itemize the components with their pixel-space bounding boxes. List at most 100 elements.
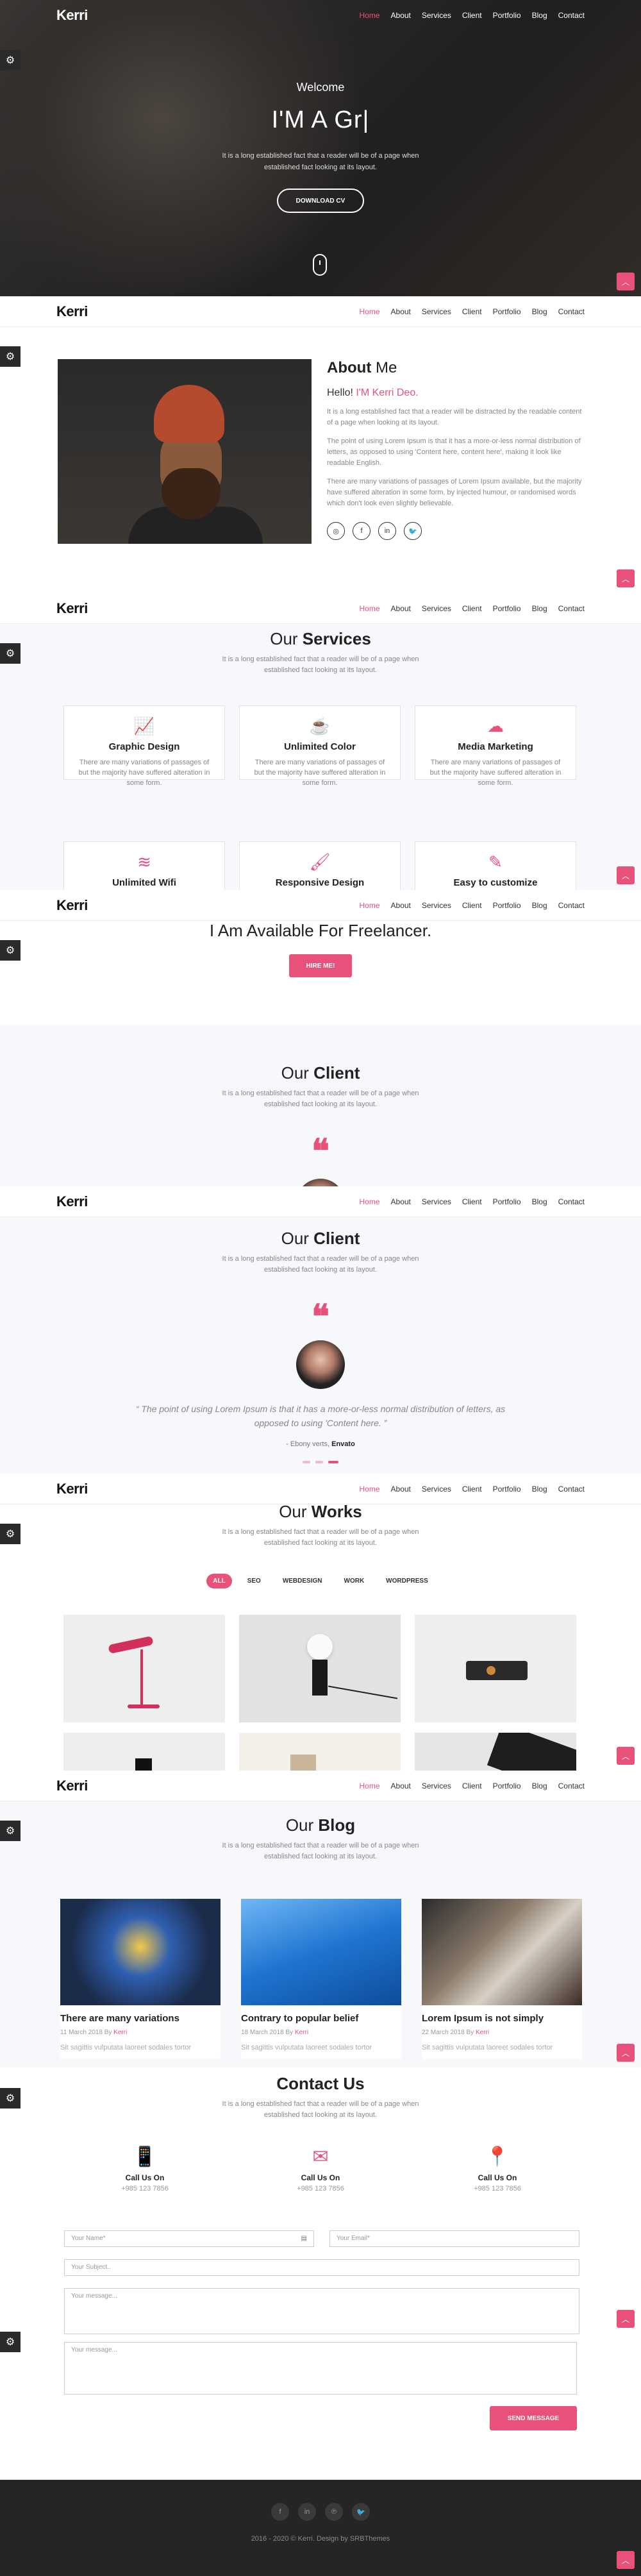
facebook-icon[interactable]: f — [353, 522, 370, 540]
filter-all[interactable]: ALL — [206, 1574, 232, 1588]
linkedin-icon[interactable]: in — [378, 522, 396, 540]
nav-blog[interactable]: Blog — [532, 11, 547, 20]
back-to-top-button[interactable]: ︿ — [617, 273, 635, 290]
back-to-top-button[interactable]: ︿ — [617, 2551, 635, 2569]
nav-portfolio[interactable]: Portfolio — [493, 604, 521, 613]
nav-about[interactable]: About — [391, 901, 411, 910]
work-item[interactable] — [415, 1733, 576, 1771]
nav-home[interactable]: Home — [360, 1197, 380, 1206]
filter-webdesign[interactable]: WEBDESIGN — [276, 1574, 329, 1588]
nav-services[interactable]: Services — [422, 1485, 451, 1494]
nav-home[interactable]: Home — [360, 901, 380, 910]
twitter-icon[interactable]: 🐦 — [352, 2503, 370, 2521]
work-item[interactable] — [239, 1615, 401, 1722]
message-field[interactable]: Your message... — [64, 2342, 577, 2395]
logo[interactable]: Kerri — [56, 897, 88, 914]
nav-client[interactable]: Client — [462, 307, 482, 316]
nav-services[interactable]: Services — [422, 307, 451, 316]
nav-client[interactable]: Client — [462, 901, 482, 910]
settings-gear-icon[interactable]: ⚙ — [0, 2088, 21, 2109]
pinterest-icon[interactable]: ℗ — [325, 2503, 343, 2521]
nav-contact[interactable]: Contact — [558, 604, 585, 613]
filter-seo[interactable]: SEO — [241, 1574, 267, 1588]
nav-blog[interactable]: Blog — [532, 1197, 547, 1206]
nav-client[interactable]: Client — [462, 1197, 482, 1206]
blog-post-title[interactable]: There are many variations — [60, 2013, 221, 2024]
nav-about[interactable]: About — [391, 1485, 411, 1494]
nav-portfolio[interactable]: Portfolio — [493, 901, 521, 910]
nav-client[interactable]: Client — [462, 1781, 482, 1790]
logo[interactable]: Kerri — [56, 1481, 88, 1497]
nav-services[interactable]: Services — [422, 901, 451, 910]
carousel-dot-active[interactable] — [328, 1461, 338, 1463]
nav-home[interactable]: Home — [360, 604, 380, 613]
nav-blog[interactable]: Blog — [532, 1485, 547, 1494]
nav-about[interactable]: About — [391, 1781, 411, 1790]
nav-services[interactable]: Services — [422, 1781, 451, 1790]
logo[interactable]: Kerri — [56, 600, 88, 617]
nav-services[interactable]: Services — [422, 1197, 451, 1206]
twitter-icon[interactable]: 🐦 — [404, 522, 422, 540]
work-item[interactable] — [415, 1615, 576, 1722]
nav-contact[interactable]: Contact — [558, 1197, 585, 1206]
nav-about[interactable]: About — [391, 604, 411, 613]
subject-field[interactable]: Your Subject.. — [64, 2259, 579, 2276]
back-to-top-button[interactable]: ︿ — [617, 2044, 635, 2062]
settings-gear-icon[interactable]: ⚙ — [0, 940, 21, 961]
linkedin-icon[interactable]: in — [298, 2503, 316, 2521]
settings-gear-icon[interactable]: ⚙ — [0, 643, 21, 664]
nav-contact[interactable]: Contact — [558, 1781, 585, 1790]
logo[interactable]: Kerri — [56, 1193, 88, 1210]
nav-contact[interactable]: Contact — [558, 1485, 585, 1494]
nav-services[interactable]: Services — [422, 11, 451, 20]
filter-wordpress[interactable]: WORDPRESS — [379, 1574, 435, 1588]
scroll-mouse-icon[interactable] — [313, 254, 327, 276]
nav-portfolio[interactable]: Portfolio — [493, 1781, 521, 1790]
send-message-button[interactable]: SEND MESSAGE — [490, 2406, 577, 2430]
nav-blog[interactable]: Blog — [532, 901, 547, 910]
facebook-icon[interactable]: f — [271, 2503, 289, 2521]
nav-portfolio[interactable]: Portfolio — [493, 1485, 521, 1494]
nav-portfolio[interactable]: Portfolio — [493, 11, 521, 20]
blog-post-title[interactable]: Contrary to popular belief — [241, 2013, 401, 2024]
work-item[interactable] — [63, 1733, 225, 1771]
carousel-dot[interactable] — [303, 1461, 310, 1463]
nav-blog[interactable]: Blog — [532, 604, 547, 613]
blog-card[interactable]: There are many variations 11 March 2018 … — [60, 1899, 221, 2059]
logo[interactable]: Kerri — [56, 303, 88, 320]
blog-card[interactable]: Contrary to popular belief 18 March 2018… — [241, 1899, 401, 2059]
name-field[interactable]: Your Name* ▤ — [64, 2230, 314, 2247]
carousel-dot[interactable] — [315, 1461, 323, 1463]
settings-gear-icon[interactable]: ⚙ — [0, 346, 21, 367]
logo[interactable]: Kerri — [56, 1778, 88, 1794]
settings-gear-icon[interactable]: ⚙ — [0, 50, 21, 71]
nav-client[interactable]: Client — [462, 604, 482, 613]
filter-work[interactable]: WORK — [338, 1574, 371, 1588]
nav-contact[interactable]: Contact — [558, 307, 585, 316]
settings-gear-icon[interactable]: ⚙ — [0, 2332, 21, 2352]
nav-portfolio[interactable]: Portfolio — [493, 1197, 521, 1206]
nav-contact[interactable]: Contact — [558, 11, 585, 20]
nav-contact[interactable]: Contact — [558, 901, 585, 910]
settings-gear-icon[interactable]: ⚙ — [0, 1524, 21, 1544]
back-to-top-button[interactable]: ︿ — [617, 1747, 635, 1765]
nav-client[interactable]: Client — [462, 11, 482, 20]
nav-about[interactable]: About — [391, 11, 411, 20]
hire-me-button[interactable]: HIRE ME! — [289, 954, 352, 977]
nav-about[interactable]: About — [391, 307, 411, 316]
download-cv-button[interactable]: DOWNLOAD CV — [277, 189, 364, 213]
email-field[interactable]: Your Email* — [329, 2230, 579, 2247]
blog-post-title[interactable]: Lorem Ipsum is not simply — [422, 2013, 582, 2024]
back-to-top-button[interactable]: ︿ — [617, 569, 635, 587]
nav-home[interactable]: Home — [360, 307, 380, 316]
back-to-top-button[interactable]: ︿ — [617, 2310, 635, 2328]
work-item[interactable] — [239, 1733, 401, 1771]
nav-home[interactable]: Home — [360, 11, 380, 20]
nav-client[interactable]: Client — [462, 1485, 482, 1494]
nav-blog[interactable]: Blog — [532, 307, 547, 316]
nav-about[interactable]: About — [391, 1197, 411, 1206]
blog-card[interactable]: Lorem Ipsum is not simply 22 March 2018 … — [422, 1899, 582, 2059]
dribbble-icon[interactable]: ◎ — [327, 522, 345, 540]
logo[interactable]: Kerri — [56, 7, 88, 24]
nav-portfolio[interactable]: Portfolio — [493, 307, 521, 316]
